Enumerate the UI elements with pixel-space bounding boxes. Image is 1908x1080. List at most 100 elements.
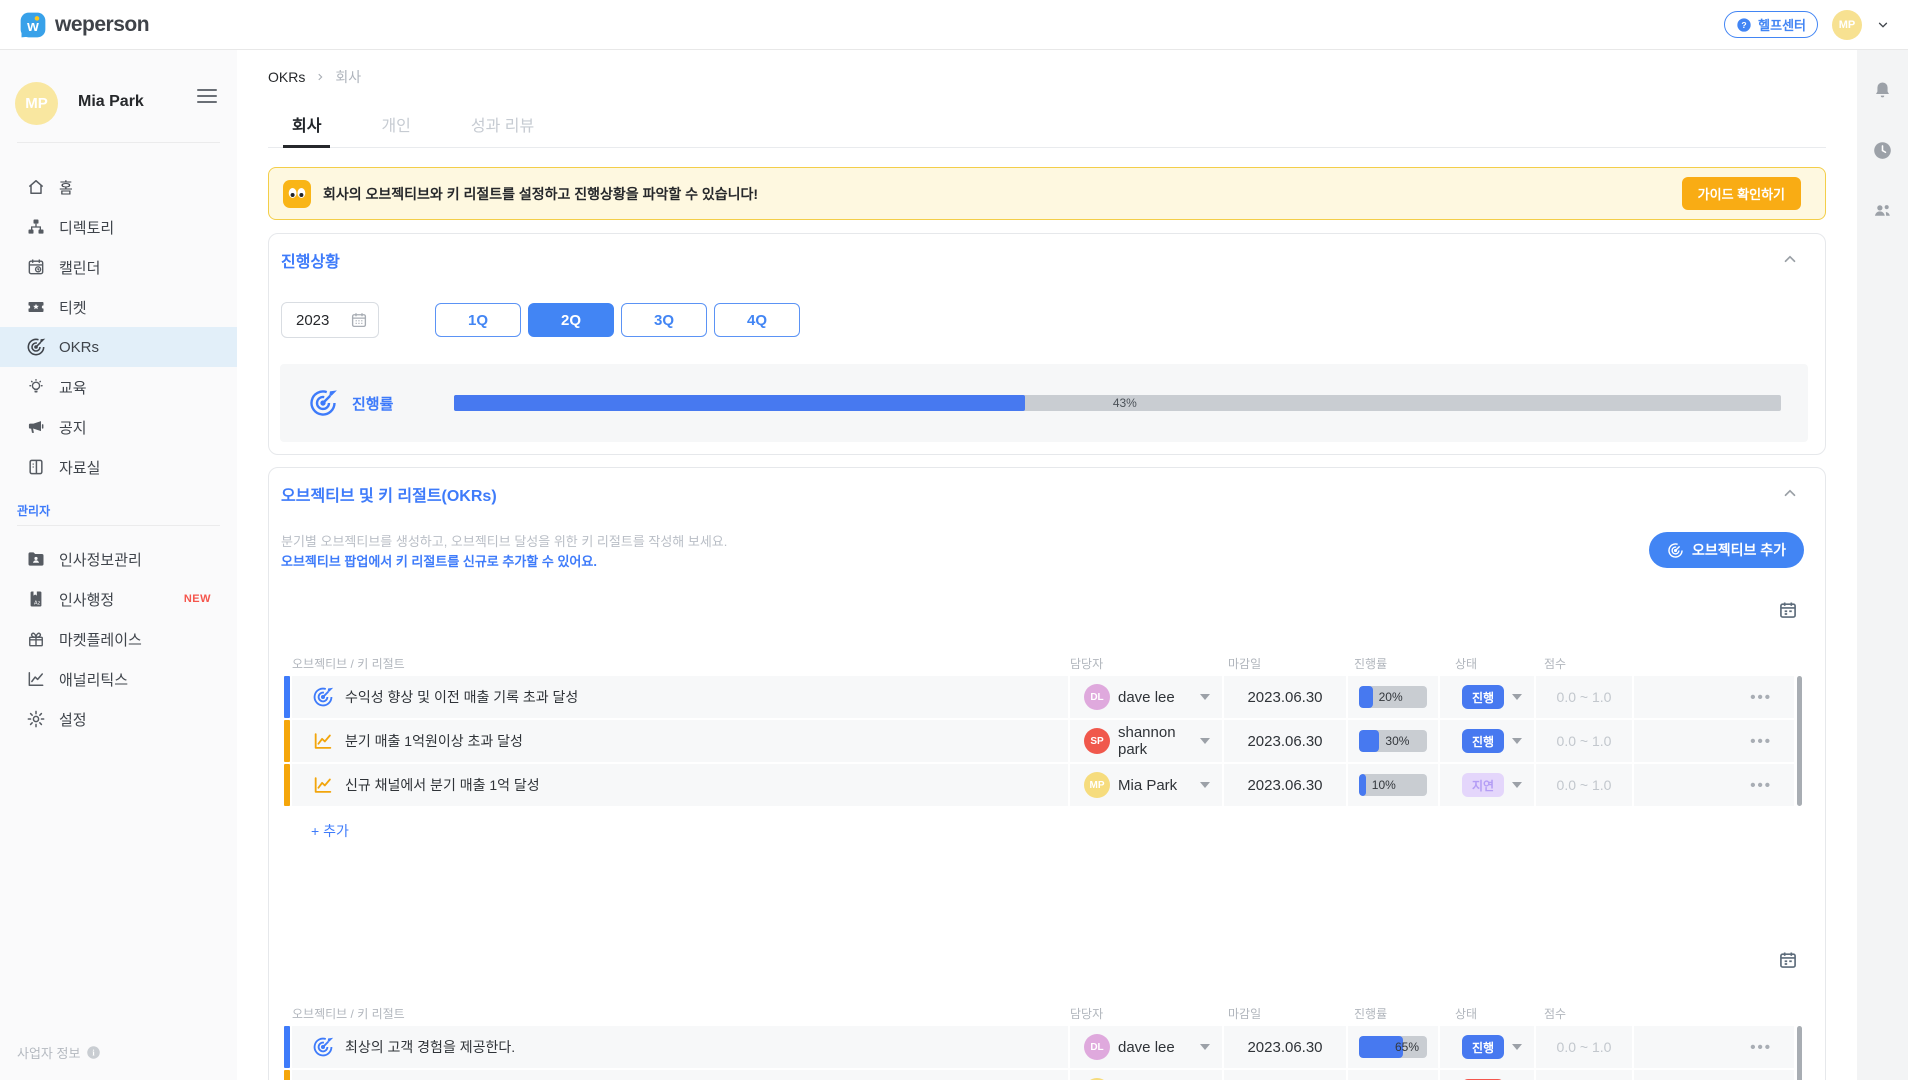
objective-target-icon bbox=[312, 686, 334, 708]
settings-gear-icon bbox=[26, 709, 46, 729]
svg-text:?: ? bbox=[1742, 20, 1747, 30]
okr-section-title: 오브젝티브 및 키 리절트(OKRs) bbox=[281, 488, 497, 505]
library-archive-icon bbox=[26, 457, 46, 477]
more-icon[interactable]: ••• bbox=[1750, 689, 1772, 706]
owner-select[interactable]: SP shannon park bbox=[1070, 720, 1222, 762]
chevron-down-icon[interactable] bbox=[1512, 782, 1522, 788]
progress-pill: 65% bbox=[1359, 1036, 1427, 1058]
tab-bar: 회사 개인 성과 리뷰 bbox=[268, 112, 1826, 148]
owner-select[interactable]: MP Mia Park bbox=[1070, 1070, 1222, 1080]
chevron-up-icon[interactable] bbox=[1781, 484, 1799, 502]
help-center-button[interactable]: ? 헬프센터 bbox=[1724, 11, 1818, 38]
guide-button[interactable]: 가이드 확인하기 bbox=[1681, 177, 1801, 210]
chevron-down-icon[interactable] bbox=[1876, 18, 1890, 32]
okr-title[interactable]: 최상의 고객 경험을 제공한다. bbox=[345, 1037, 515, 1057]
okr-description: 분기별 오브젝티브를 생성하고, 오브젝티브 달성을 위한 키 리절트를 작성해… bbox=[269, 532, 1825, 572]
sidebar-user-avatar[interactable]: MP bbox=[15, 82, 58, 125]
sidebar-item-ticket[interactable]: 티켓 bbox=[0, 287, 237, 327]
owner-select[interactable]: MP Mia Park bbox=[1070, 764, 1222, 806]
brand-logo[interactable]: w weperson bbox=[18, 10, 150, 40]
divider bbox=[17, 525, 220, 526]
due-date: 2023.06.30 bbox=[1224, 676, 1346, 718]
business-info-link[interactable]: 사업자 정보 i bbox=[17, 1043, 101, 1062]
sidebar-item-home[interactable]: 홈 bbox=[0, 167, 237, 207]
sidebar-item-marketplace[interactable]: 마켓플레이스 bbox=[0, 619, 237, 659]
members-people-icon[interactable] bbox=[1872, 200, 1893, 221]
quarter-3q-button[interactable]: 3Q bbox=[621, 303, 707, 337]
sidebar-item-settings[interactable]: 설정 bbox=[0, 699, 237, 739]
chevron-down-icon[interactable] bbox=[1512, 738, 1522, 744]
sidebar-item-directory[interactable]: 디렉토리 bbox=[0, 207, 237, 247]
okr-title[interactable]: 신규 채널에서 분기 매출 1억 달성 bbox=[345, 775, 540, 795]
table-header: 오브젝티브 / 키 리절트 담당자 마감일 진행률 상태 점수 bbox=[284, 1004, 1794, 1022]
quarter-1q-button[interactable]: 1Q bbox=[435, 303, 521, 337]
row-accent-bar bbox=[284, 764, 290, 806]
col-progress: 진행률 bbox=[1354, 1007, 1388, 1021]
schedule-calendar-icon[interactable] bbox=[1778, 600, 1798, 620]
ticket-icon bbox=[26, 297, 46, 317]
owner-avatar: SP bbox=[1084, 728, 1110, 754]
sidebar-item-calendar[interactable]: 캘린더 bbox=[0, 247, 237, 287]
history-clock-icon[interactable] bbox=[1872, 140, 1893, 161]
status-badge[interactable]: 지연 bbox=[1462, 773, 1504, 797]
more-icon[interactable]: ••• bbox=[1750, 733, 1772, 750]
year-selector[interactable]: 2023 bbox=[281, 302, 379, 338]
breadcrumb-okrs[interactable]: OKRs bbox=[268, 69, 305, 85]
add-objective-button[interactable]: 오브젝티브 추가 bbox=[1648, 532, 1804, 568]
col-owner: 담당자 bbox=[1070, 657, 1104, 671]
sidebar-item-education[interactable]: 교육 bbox=[0, 367, 237, 407]
okr-row: 수익성 향상 및 이전 매출 기록 초과 달성 DL dave lee 2023… bbox=[284, 676, 1794, 718]
okr-card: 오브젝티브 및 키 리절트(OKRs) 분기별 오브젝티브를 생성하고, 오브젝… bbox=[268, 467, 1826, 1080]
tab-performance-review[interactable]: 성과 리뷰 bbox=[462, 112, 543, 147]
add-key-result-link[interactable]: + 추가 bbox=[311, 821, 349, 841]
analytics-chart-icon bbox=[26, 669, 46, 689]
okr-table-1: 오브젝티브 / 키 리절트 담당자 마감일 진행률 상태 점수 수익성 향상 및… bbox=[284, 654, 1802, 841]
sidebar-item-hr-info[interactable]: 인사정보관리 bbox=[0, 539, 237, 579]
status-badge[interactable]: 진행 bbox=[1462, 685, 1504, 709]
sidebar-item-analytics[interactable]: 애널리틱스 bbox=[0, 659, 237, 699]
table-scrollbar[interactable] bbox=[1797, 1026, 1802, 1080]
owner-select[interactable]: DL dave lee bbox=[1070, 676, 1222, 718]
chevron-up-icon[interactable] bbox=[1781, 250, 1799, 268]
sidebar-item-okrs[interactable]: OKRs bbox=[0, 327, 237, 367]
progress-rate-label: 진행률 bbox=[352, 395, 394, 413]
user-avatar[interactable]: MP bbox=[1832, 9, 1862, 40]
divider bbox=[17, 142, 220, 143]
sidebar-item-notice[interactable]: 공지 bbox=[0, 407, 237, 447]
objective-target-icon bbox=[312, 1036, 334, 1058]
chevron-down-icon bbox=[1200, 782, 1210, 788]
chevron-down-icon[interactable] bbox=[1512, 1044, 1522, 1050]
more-icon[interactable]: ••• bbox=[1750, 1039, 1772, 1056]
okr-title[interactable]: 수익성 향상 및 이전 매출 기록 초과 달성 bbox=[345, 687, 578, 707]
status-badge[interactable]: 진행 bbox=[1462, 1035, 1504, 1059]
schedule-calendar-icon[interactable] bbox=[1778, 950, 1798, 970]
col-progress: 진행률 bbox=[1354, 657, 1388, 671]
progress-section-title: 진행상황 bbox=[281, 254, 340, 271]
hamburger-menu-icon[interactable] bbox=[197, 89, 217, 103]
owner-select[interactable]: DL dave lee bbox=[1070, 1026, 1222, 1068]
table-scrollbar[interactable] bbox=[1797, 676, 1802, 806]
okr-title[interactable]: 분기 매출 1억원이상 초과 달성 bbox=[345, 731, 523, 751]
sidebar-item-library[interactable]: 자료실 bbox=[0, 447, 237, 487]
svg-text:Az: Az bbox=[34, 600, 41, 606]
progress-value: 43% bbox=[1112, 396, 1137, 410]
tab-personal[interactable]: 개인 bbox=[372, 112, 419, 147]
target-icon bbox=[1668, 542, 1683, 558]
home-icon bbox=[26, 177, 46, 197]
chevron-down-icon[interactable] bbox=[1512, 694, 1522, 700]
okr-desc-link[interactable]: 오브젝티브 팝업에서 키 리절트를 신규로 추가할 수 있어요. bbox=[281, 552, 1825, 572]
notifications-bell-icon[interactable] bbox=[1872, 80, 1893, 101]
col-owner: 담당자 bbox=[1070, 1007, 1104, 1021]
key-result-chart-icon bbox=[312, 730, 334, 752]
quarter-4q-button[interactable]: 4Q bbox=[714, 303, 800, 337]
quarter-2q-button[interactable]: 2Q bbox=[528, 303, 614, 337]
col-title: 오브젝티브 / 키 리절트 bbox=[292, 1007, 405, 1021]
sidebar-item-hr-admin[interactable]: Az 인사행정 NEW bbox=[0, 579, 237, 619]
top-bar: w weperson ? 헬프센터 MP bbox=[0, 0, 1908, 50]
education-bulb-icon bbox=[26, 377, 46, 397]
status-badge[interactable]: 진행 bbox=[1462, 729, 1504, 753]
tab-company[interactable]: 회사 bbox=[283, 112, 331, 148]
more-icon[interactable]: ••• bbox=[1750, 777, 1772, 794]
right-utility-rail bbox=[1857, 50, 1908, 1080]
info-icon: i bbox=[87, 1046, 101, 1059]
